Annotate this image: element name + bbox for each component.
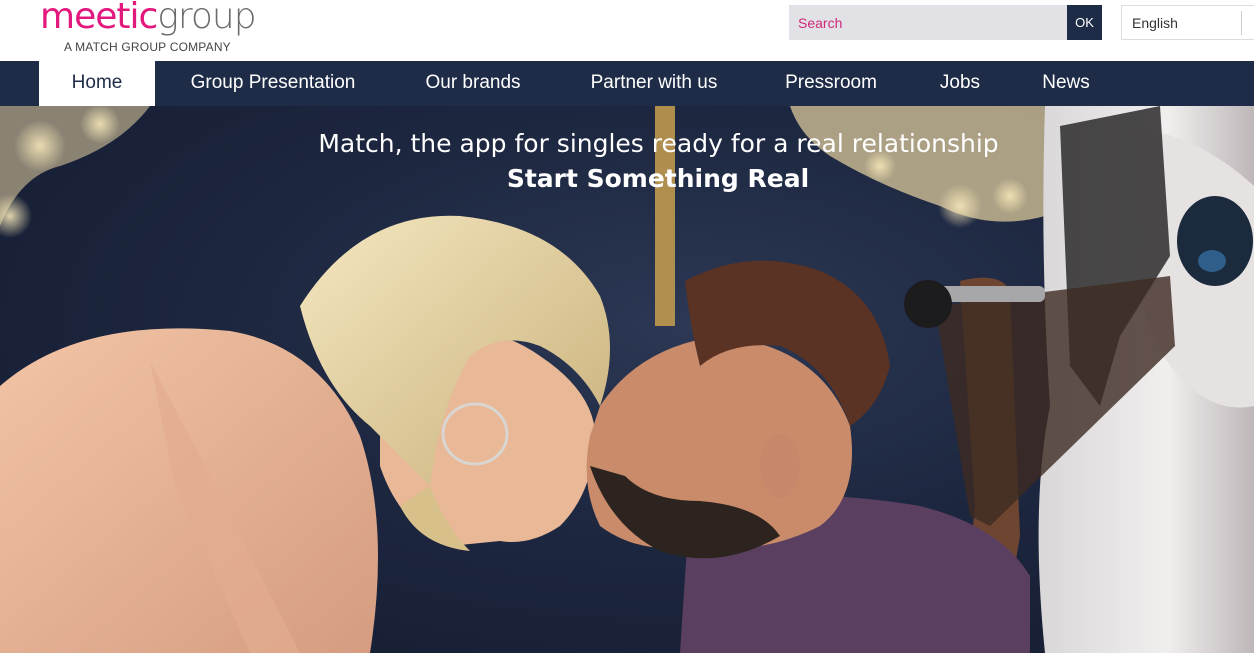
nav-item-partner-with-us[interactable]: Partner with us (572, 61, 736, 106)
logo-wordmark: meeticgroup (40, 0, 257, 39)
logo-tagline: A MATCH GROUP COMPANY (64, 40, 231, 54)
language-select[interactable]: English (1121, 5, 1254, 40)
nav-item-pressroom[interactable]: Pressroom (772, 61, 890, 106)
search-input[interactable] (789, 5, 1067, 40)
main-nav: Home Group Presentation Our brands Partn… (0, 61, 1254, 106)
nav-item-home[interactable]: Home (39, 61, 155, 106)
hero-banner: Match, the app for singles ready for a r… (0, 106, 1254, 653)
nav-item-news[interactable]: News (1030, 61, 1102, 106)
search-ok-button[interactable]: OK (1067, 5, 1102, 40)
nav-item-our-brands[interactable]: Our brands (410, 61, 536, 106)
language-selected-value: English (1132, 15, 1178, 31)
hero-subtitle: Match, the app for singles ready for a r… (318, 129, 999, 158)
meetic-group-logo[interactable]: meeticgroup A MATCH GROUP COMPANY (40, 0, 270, 60)
nav-item-jobs[interactable]: Jobs (925, 61, 995, 106)
logo-group-text: group (157, 0, 256, 37)
logo-meetic-text: meetic (40, 0, 158, 37)
nav-item-group-presentation[interactable]: Group Presentation (168, 61, 378, 106)
language-select-divider (1241, 11, 1242, 35)
hero-title: Start Something Real (506, 164, 810, 193)
site-header: meeticgroup A MATCH GROUP COMPANY OK Eng… (0, 0, 1254, 61)
